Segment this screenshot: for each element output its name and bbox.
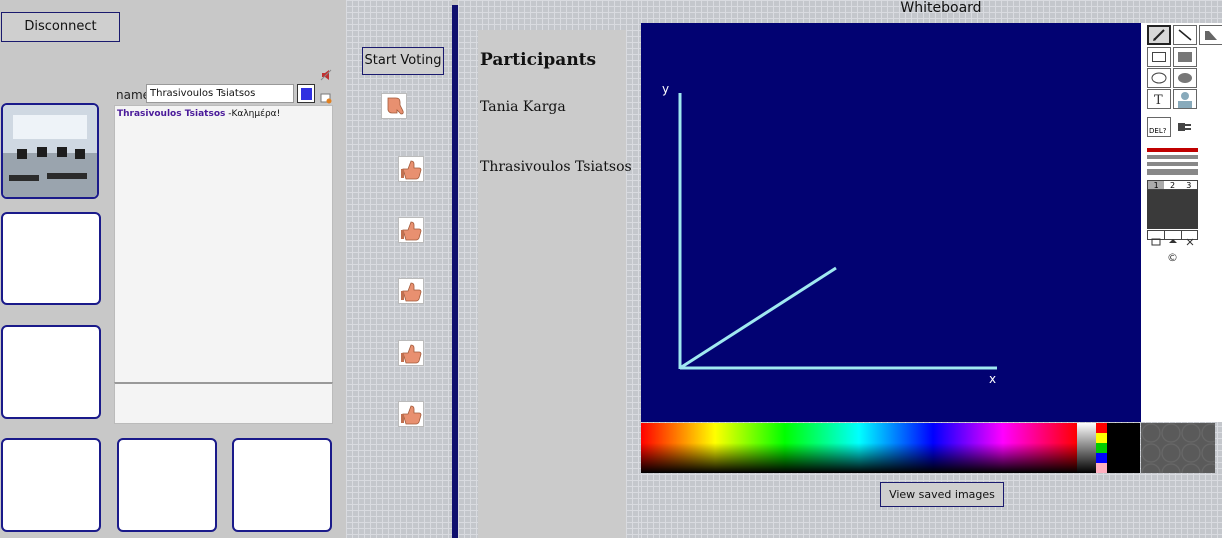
page-thumbnail[interactable] xyxy=(1147,190,1198,229)
drawn-line xyxy=(679,266,837,370)
participant-name[interactable]: Tania Karga xyxy=(480,99,566,115)
voting-panel xyxy=(346,0,452,538)
video-tile-self xyxy=(1,103,99,199)
webcam-feed xyxy=(3,105,97,197)
video-tile-3 xyxy=(1,325,101,419)
participants-title: Participants xyxy=(480,50,597,70)
video-tile-4 xyxy=(1,438,101,532)
whiteboard-drawing xyxy=(678,93,997,370)
page-tab[interactable]: 2 xyxy=(1164,181,1180,190)
quick-color-swatch[interactable] xyxy=(1096,453,1107,463)
page-tabs: 1 2 3 xyxy=(1147,180,1198,190)
filled-ellipse-icon[interactable] xyxy=(1173,68,1197,88)
name-label: name xyxy=(116,88,151,102)
avatar-icon[interactable] xyxy=(1173,89,1197,109)
text-icon[interactable]: T xyxy=(1147,89,1171,109)
chat-message: Thrasivoulos Tsiatsos -Καλημέρα! xyxy=(117,109,280,119)
quick-color-swatch[interactable] xyxy=(1096,433,1107,443)
chat-options-icon[interactable] xyxy=(320,89,332,104)
whiteboard-canvas[interactable] xyxy=(641,23,1141,422)
thumb-up-icon[interactable] xyxy=(398,156,424,182)
thumb-down-icon[interactable] xyxy=(381,93,407,119)
video-tile-2 xyxy=(1,212,101,305)
color-palette[interactable] xyxy=(641,423,1077,473)
ellipse-icon[interactable] xyxy=(1147,68,1171,88)
line-width-2[interactable] xyxy=(1147,155,1198,159)
line-width-1[interactable] xyxy=(1147,148,1198,152)
line-width-3[interactable] xyxy=(1147,162,1198,166)
axis-y-label: y xyxy=(662,82,670,96)
video-tile-6 xyxy=(232,438,332,532)
quick-color-swatches xyxy=(1096,423,1107,473)
copyright-mark: © xyxy=(1167,251,1178,264)
chat-sender: Thrasivoulos Tsiatsos xyxy=(117,109,226,119)
chat-log xyxy=(114,105,333,383)
participant-name[interactable]: Thrasivoulos Tsiatsos xyxy=(480,159,632,175)
close-page-icon[interactable] xyxy=(1182,231,1198,246)
thumb-up-icon[interactable] xyxy=(398,340,424,366)
quick-color-swatch[interactable] xyxy=(1096,443,1107,453)
save-page-icon[interactable] xyxy=(1148,231,1165,246)
chat-color-picker[interactable] xyxy=(297,84,315,103)
fill-pattern[interactable] xyxy=(1141,423,1215,473)
chat-input[interactable] xyxy=(114,382,333,424)
disconnect-button[interactable]: Disconnect xyxy=(1,12,120,42)
filled-rectangle-icon[interactable] xyxy=(1173,47,1197,67)
speaker-icon[interactable] xyxy=(320,66,332,81)
plug-icon[interactable] xyxy=(1173,117,1197,137)
thumb-up-icon[interactable] xyxy=(398,217,424,243)
page-tab[interactable]: 3 xyxy=(1181,181,1197,190)
quick-color-swatch[interactable] xyxy=(1096,463,1107,473)
axis-x-label: x xyxy=(989,372,997,386)
name-input[interactable] xyxy=(146,84,294,103)
video-tile-5 xyxy=(117,438,217,532)
page-actions xyxy=(1147,230,1198,246)
start-voting-button[interactable]: Start Voting xyxy=(362,47,444,75)
view-saved-images-button[interactable]: View saved images xyxy=(880,482,1004,507)
upload-page-icon[interactable] xyxy=(1165,231,1182,243)
page-tab[interactable]: 1 xyxy=(1148,181,1165,190)
eraser-icon[interactable] xyxy=(1199,25,1222,45)
current-color xyxy=(1107,423,1140,473)
svg-text:T: T xyxy=(1154,93,1163,106)
grayscale-ramp[interactable] xyxy=(1077,423,1096,473)
whiteboard-title: Whiteboard xyxy=(900,0,982,16)
delete-icon[interactable]: DEL? xyxy=(1147,117,1171,137)
quick-color-swatch[interactable] xyxy=(1096,423,1107,433)
line-width-4[interactable] xyxy=(1147,169,1198,175)
thumb-up-icon[interactable] xyxy=(398,401,424,427)
pencil-icon[interactable] xyxy=(1147,25,1171,45)
rectangle-icon[interactable] xyxy=(1147,47,1171,67)
chat-text: -Καλημέρα! xyxy=(225,109,281,119)
line-icon[interactable] xyxy=(1173,25,1197,45)
thumb-up-icon[interactable] xyxy=(398,278,424,304)
